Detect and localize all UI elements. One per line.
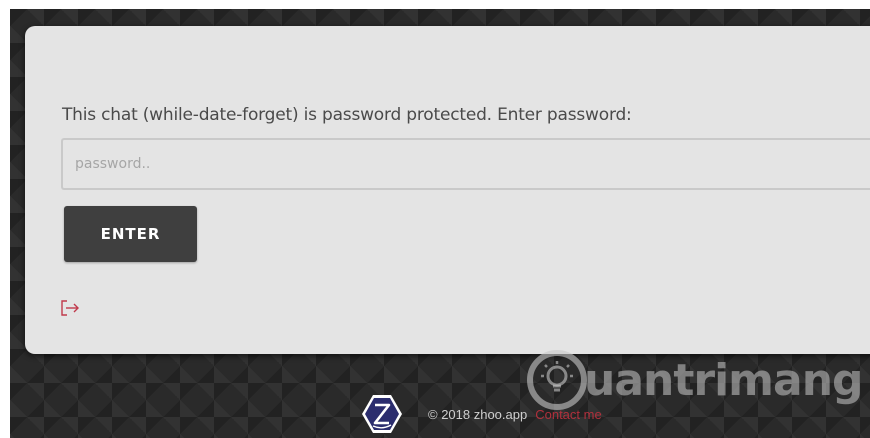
enter-button[interactable]: ENTER [64,206,197,262]
contact-link[interactable]: Contact me [535,407,601,422]
zhoo-logo-icon [362,395,402,433]
watermark-text: uantrimang [584,354,864,406]
page-background: This chat (while-date-forget) is passwor… [10,9,870,438]
password-card: This chat (while-date-forget) is passwor… [25,26,870,354]
exit-icon[interactable] [60,299,80,317]
footer: © 2018 zhoo.app Contact me [360,391,602,437]
password-input[interactable] [61,138,870,190]
password-prompt: This chat (while-date-forget) is passwor… [62,105,632,125]
copyright-text: © 2018 zhoo.app [428,406,528,422]
